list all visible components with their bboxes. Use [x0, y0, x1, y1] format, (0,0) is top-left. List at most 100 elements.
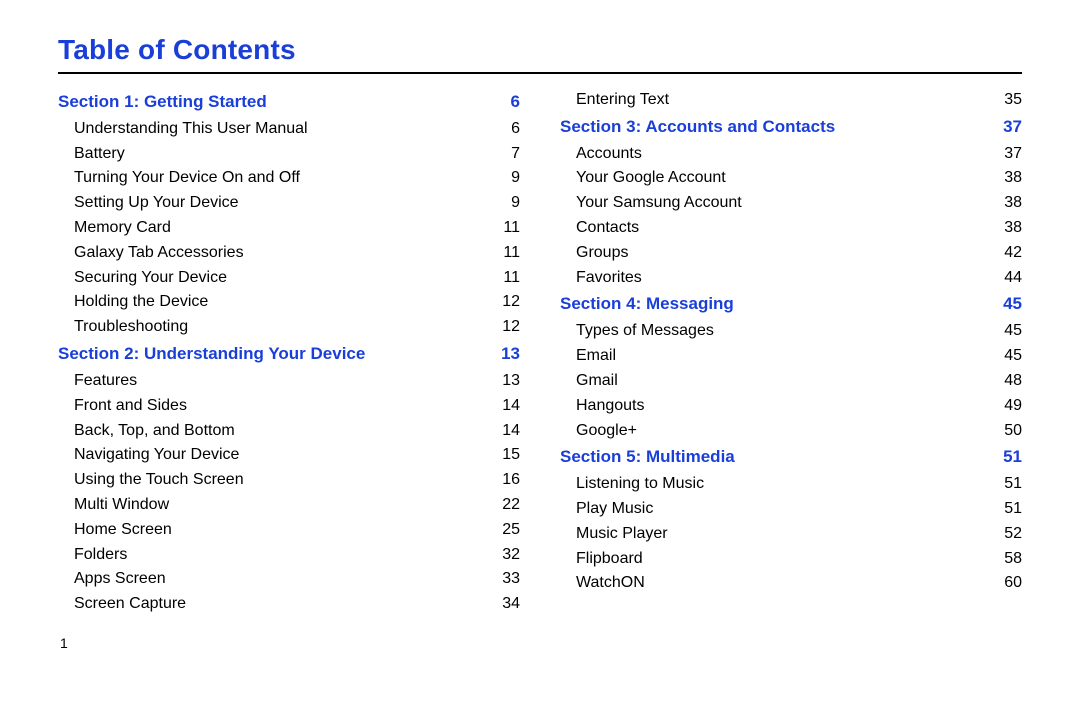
toc-entry[interactable]: Securing Your Device11	[58, 266, 520, 291]
toc-entry[interactable]: Holding the Device12	[58, 290, 520, 315]
toc-entry-label: Groups	[576, 241, 628, 266]
toc-entry[interactable]: Play Music 51	[560, 497, 1022, 522]
toc-page-ref: 45	[1004, 344, 1022, 369]
toc-page-ref: 35	[1004, 88, 1022, 113]
toc-page-ref: 33	[502, 567, 520, 592]
toc-entry[interactable]: Navigating Your Device15	[58, 443, 520, 468]
toc-page-ref: 58	[1004, 547, 1022, 572]
toc-entry-label: Multi Window	[74, 493, 169, 518]
toc-entry[interactable]: Entering Text35	[560, 88, 1022, 113]
toc-entry-label: Home Screen	[74, 518, 172, 543]
toc-entry[interactable]: Music Player52	[560, 522, 1022, 547]
toc-section-heading[interactable]: Section 4: Messaging 45	[560, 290, 1022, 319]
toc-section-heading[interactable]: Section 5: Multimedia 51	[560, 443, 1022, 472]
toc-entry[interactable]: Home Screen25	[58, 518, 520, 543]
toc-page-ref: 42	[1004, 241, 1022, 266]
toc-entry[interactable]: Your Samsung Account38	[560, 191, 1022, 216]
toc-page-ref: 22	[502, 493, 520, 518]
toc-entry[interactable]: Flipboard 58	[560, 547, 1022, 572]
toc-page-ref: 14	[502, 394, 520, 419]
toc-entry[interactable]: Listening to Music 51	[560, 472, 1022, 497]
toc-entry-label: Galaxy Tab Accessories	[74, 241, 244, 266]
toc-page-ref: 11	[503, 216, 520, 241]
toc-page-ref: 51	[1003, 443, 1022, 472]
toc-page-ref: 44	[1004, 266, 1022, 291]
toc-section-label: Section 4: Messaging	[560, 290, 734, 319]
toc-section-heading[interactable]: Section 1: Getting Started6	[58, 88, 520, 117]
toc-entry[interactable]: Battery7	[58, 142, 520, 167]
toc-entry-label: Battery	[74, 142, 125, 167]
toc-page-ref: 51	[1004, 472, 1022, 497]
toc-page-ref: 49	[1004, 394, 1022, 419]
toc-entry[interactable]: Multi Window 22	[58, 493, 520, 518]
toc-entry[interactable]: Groups 42	[560, 241, 1022, 266]
toc-section-heading[interactable]: Section 3: Accounts and Contacts 37	[560, 113, 1022, 142]
toc-page-ref: 37	[1004, 142, 1022, 167]
toc-page-ref: 50	[1004, 419, 1022, 444]
toc-page-ref: 48	[1004, 369, 1022, 394]
toc-page-ref: 14	[502, 419, 520, 444]
toc-entry[interactable]: Gmail48	[560, 369, 1022, 394]
toc-columns: Section 1: Getting Started6Understanding…	[58, 88, 1022, 617]
toc-entry[interactable]: Your Google Account 38	[560, 166, 1022, 191]
toc-page-ref: 16	[502, 468, 520, 493]
toc-entry[interactable]: Screen Capture34	[58, 592, 520, 617]
toc-entry[interactable]: Email45	[560, 344, 1022, 369]
toc-page-ref: 12	[502, 315, 520, 340]
toc-page-ref: 11	[503, 266, 520, 291]
toc-page: Table of Contents Section 1: Getting Sta…	[0, 0, 1080, 671]
toc-entry-label: Folders	[74, 543, 127, 568]
toc-entry[interactable]: Memory Card11	[58, 216, 520, 241]
toc-entry[interactable]: Hangouts 49	[560, 394, 1022, 419]
toc-entry[interactable]: WatchON60	[560, 571, 1022, 596]
toc-page-ref: 11	[503, 241, 520, 266]
toc-page-ref: 51	[1004, 497, 1022, 522]
toc-section-label: Section 2: Understanding Your Device	[58, 340, 365, 369]
toc-entry-label: Back, Top, and Bottom	[74, 419, 235, 444]
toc-entry[interactable]: Turning Your Device On and Off9	[58, 166, 520, 191]
toc-entry-label: Google+	[576, 419, 637, 444]
toc-entry[interactable]: Using the Touch Screen16	[58, 468, 520, 493]
toc-entry-label: Hangouts	[576, 394, 645, 419]
toc-page-ref: 45	[1004, 319, 1022, 344]
toc-entry-label: Your Google Account	[576, 166, 726, 191]
toc-entry-label: Accounts	[576, 142, 642, 167]
toc-page-ref: 34	[502, 592, 520, 617]
toc-entry[interactable]: Understanding This User Manual6	[58, 117, 520, 142]
toc-section-label: Section 5: Multimedia	[560, 443, 735, 472]
toc-entry-label: Your Samsung Account	[576, 191, 742, 216]
toc-entry[interactable]: Troubleshooting12	[58, 315, 520, 340]
toc-entry[interactable]: Front and Sides14	[58, 394, 520, 419]
toc-entry[interactable]: Accounts 37	[560, 142, 1022, 167]
toc-entry[interactable]: Galaxy Tab Accessories 11	[58, 241, 520, 266]
toc-entry[interactable]: Favorites 44	[560, 266, 1022, 291]
toc-entry[interactable]: Features13	[58, 369, 520, 394]
toc-column-left: Section 1: Getting Started6Understanding…	[58, 88, 520, 617]
toc-page-ref: 13	[501, 340, 520, 369]
toc-section-label: Section 3: Accounts and Contacts	[560, 113, 835, 142]
toc-column-right: Entering Text35Section 3: Accounts and C…	[560, 88, 1022, 617]
toc-entry[interactable]: Folders32	[58, 543, 520, 568]
toc-entry[interactable]: Google+ 50	[560, 419, 1022, 444]
toc-page-ref: 38	[1004, 166, 1022, 191]
toc-page-ref: 60	[1004, 571, 1022, 596]
page-number: 1	[58, 635, 1022, 651]
toc-section-label: Section 1: Getting Started	[58, 88, 267, 117]
toc-entry-label: Flipboard	[576, 547, 643, 572]
toc-entry-label: Understanding This User Manual	[74, 117, 308, 142]
toc-entry[interactable]: Back, Top, and Bottom 14	[58, 419, 520, 444]
toc-entry[interactable]: Contacts38	[560, 216, 1022, 241]
toc-entry-label: Listening to Music	[576, 472, 704, 497]
toc-page-ref: 37	[1003, 113, 1022, 142]
toc-entry[interactable]: Types of Messages 45	[560, 319, 1022, 344]
toc-entry-label: Turning Your Device On and Off	[74, 166, 300, 191]
toc-entry[interactable]: Setting Up Your Device9	[58, 191, 520, 216]
toc-entry-label: Favorites	[576, 266, 642, 291]
toc-entry[interactable]: Apps Screen33	[58, 567, 520, 592]
toc-entry-label: Setting Up Your Device	[74, 191, 239, 216]
toc-section-heading[interactable]: Section 2: Understanding Your Device 13	[58, 340, 520, 369]
toc-page-ref: 13	[502, 369, 520, 394]
toc-entry-label: Types of Messages	[576, 319, 714, 344]
toc-page-ref: 45	[1003, 290, 1022, 319]
toc-entry-label: Play Music	[576, 497, 653, 522]
